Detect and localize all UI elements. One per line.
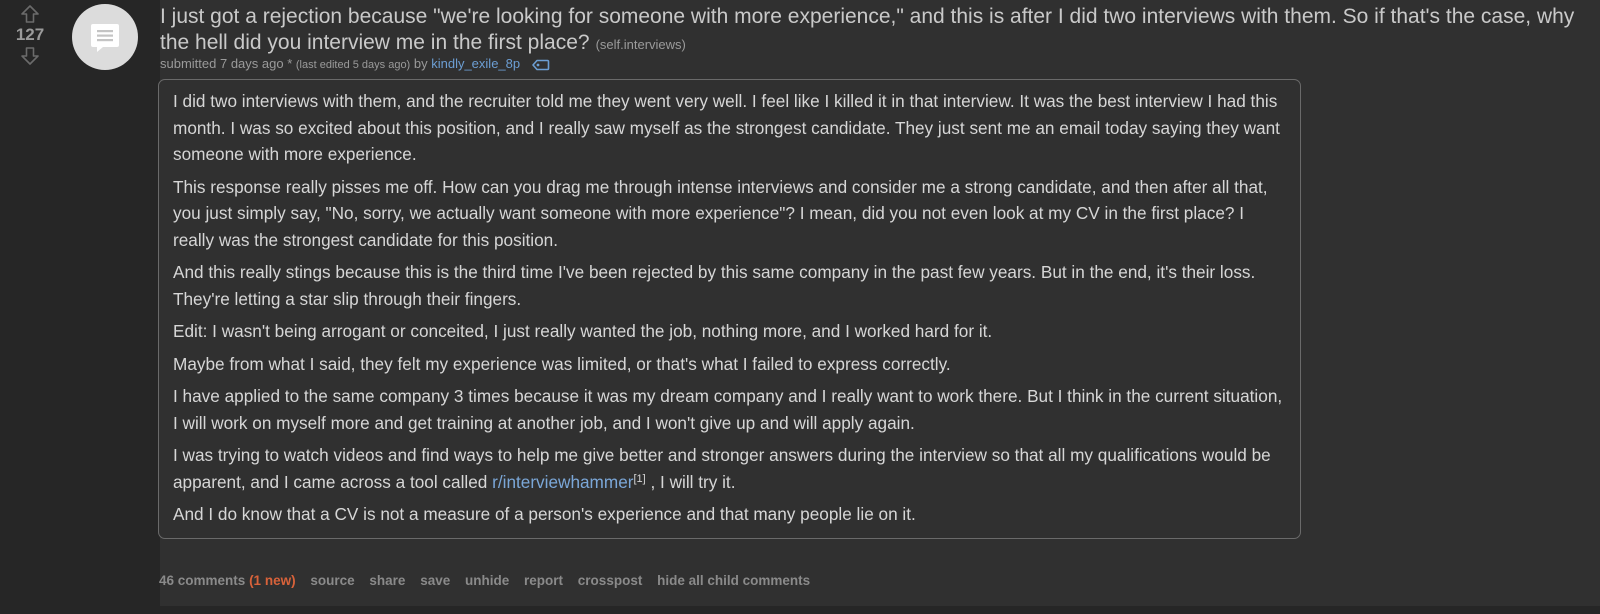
body-paragraph-7: I was trying to watch videos and find wa… bbox=[173, 442, 1286, 495]
save-button[interactable]: save bbox=[420, 573, 450, 589]
new-comments-count[interactable]: (1 new) bbox=[249, 573, 296, 588]
vote-box: 127 bbox=[8, 4, 52, 66]
post-actions: 46 comments (1 new) source share save un… bbox=[159, 573, 821, 589]
comments-count[interactable]: 46 comments bbox=[159, 573, 245, 588]
body-paragraph-8: And I do know that a CV is not a measure… bbox=[173, 504, 916, 524]
body-paragraph-2: This response really pisses me off. How … bbox=[173, 176, 1268, 250]
body-paragraph-6: I have applied to the same company 3 tim… bbox=[173, 386, 1283, 433]
share-button[interactable]: share bbox=[369, 573, 405, 589]
up-arrow-icon[interactable] bbox=[19, 4, 41, 24]
link-paragraph-after: , I will try it. bbox=[645, 471, 736, 492]
by-label: by bbox=[413, 56, 428, 71]
post-tagline: submitted 7 days ago * (last edited 5 da… bbox=[160, 56, 550, 73]
edited-time: (last edited 5 days ago) bbox=[295, 59, 411, 71]
post-title-link[interactable]: I just got a rejection because "we're lo… bbox=[160, 5, 1574, 54]
subreddit-link[interactable]: r/interviewhammer bbox=[492, 472, 633, 492]
post-body: I did two interviews with them, and the … bbox=[158, 79, 1301, 539]
body-paragraph-5: Maybe from what I said, they felt my exp… bbox=[173, 353, 951, 374]
body-paragraph-3: And this really stings because this is t… bbox=[173, 262, 1256, 309]
post-domain[interactable]: (self.interviews) bbox=[596, 37, 686, 52]
score: 127 bbox=[15, 25, 45, 44]
post-title: I just got a rejection because "we're lo… bbox=[160, 4, 1580, 58]
tag-icon[interactable] bbox=[531, 59, 550, 71]
body-paragraph-4: Edit: I wasn't being arrogant or conceit… bbox=[173, 321, 993, 341]
body-paragraph-1: I did two interviews with them, and the … bbox=[173, 91, 1280, 164]
unhide-button[interactable]: unhide bbox=[465, 573, 509, 589]
crosspost-button[interactable]: crosspost bbox=[578, 573, 643, 589]
author-link[interactable]: kindly_exile_8p bbox=[431, 56, 520, 71]
comments-button[interactable]: 46 comments (1 new) bbox=[159, 573, 296, 589]
source-button[interactable]: source bbox=[310, 573, 354, 589]
self-post-icon bbox=[91, 24, 119, 52]
footnote-marker[interactable]: [1] bbox=[633, 473, 645, 485]
submitted-time: submitted 7 days ago * bbox=[160, 56, 293, 71]
thumbnail[interactable] bbox=[72, 4, 138, 70]
down-arrow-icon[interactable] bbox=[19, 46, 41, 66]
hide-child-comments-button[interactable]: hide all child comments bbox=[657, 573, 810, 589]
report-button[interactable]: report bbox=[524, 573, 563, 589]
